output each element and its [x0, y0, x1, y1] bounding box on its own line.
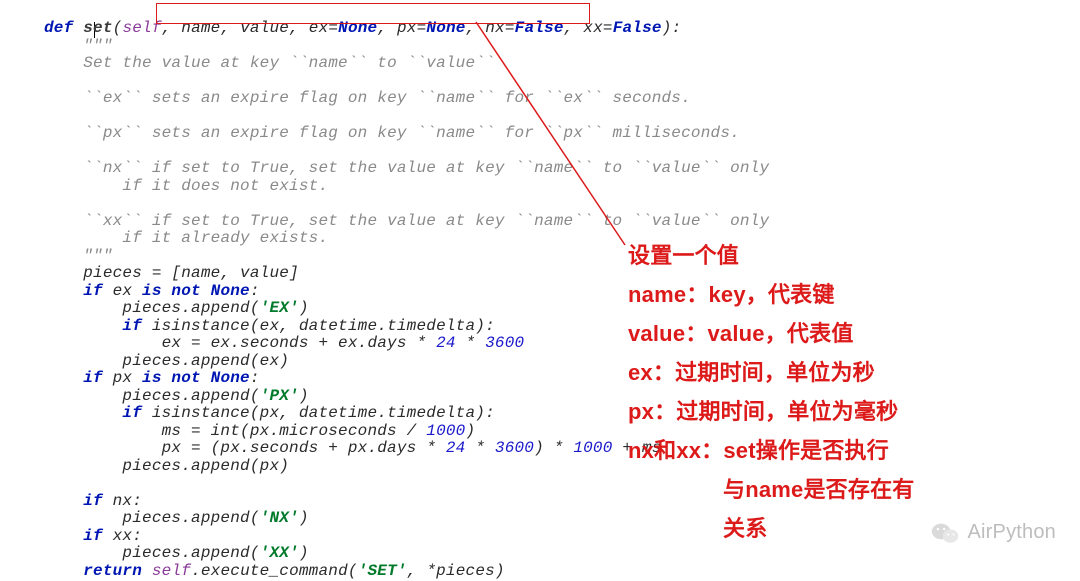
annot-line-6: nx和xx：set操作是否执行: [628, 431, 1028, 470]
annot-line-2: name：key，代表键: [628, 275, 1028, 314]
watermark-text: AirPython: [967, 524, 1056, 542]
annot-line-3: value：value，代表值: [628, 314, 1028, 353]
annot-line-1: 设置一个值: [628, 236, 1028, 275]
annot-line-4: ex：过期时间，单位为秒: [628, 353, 1028, 392]
wechat-icon: [931, 521, 959, 545]
annot-line-5: px：过期时间，单位为毫秒: [628, 392, 1028, 431]
watermark: AirPython: [931, 521, 1056, 545]
annotation-text: 设置一个值 name：key，代表键 value：value，代表值 ex：过期…: [628, 236, 1028, 548]
annot-line-7: 与name是否存在有: [628, 470, 1028, 509]
